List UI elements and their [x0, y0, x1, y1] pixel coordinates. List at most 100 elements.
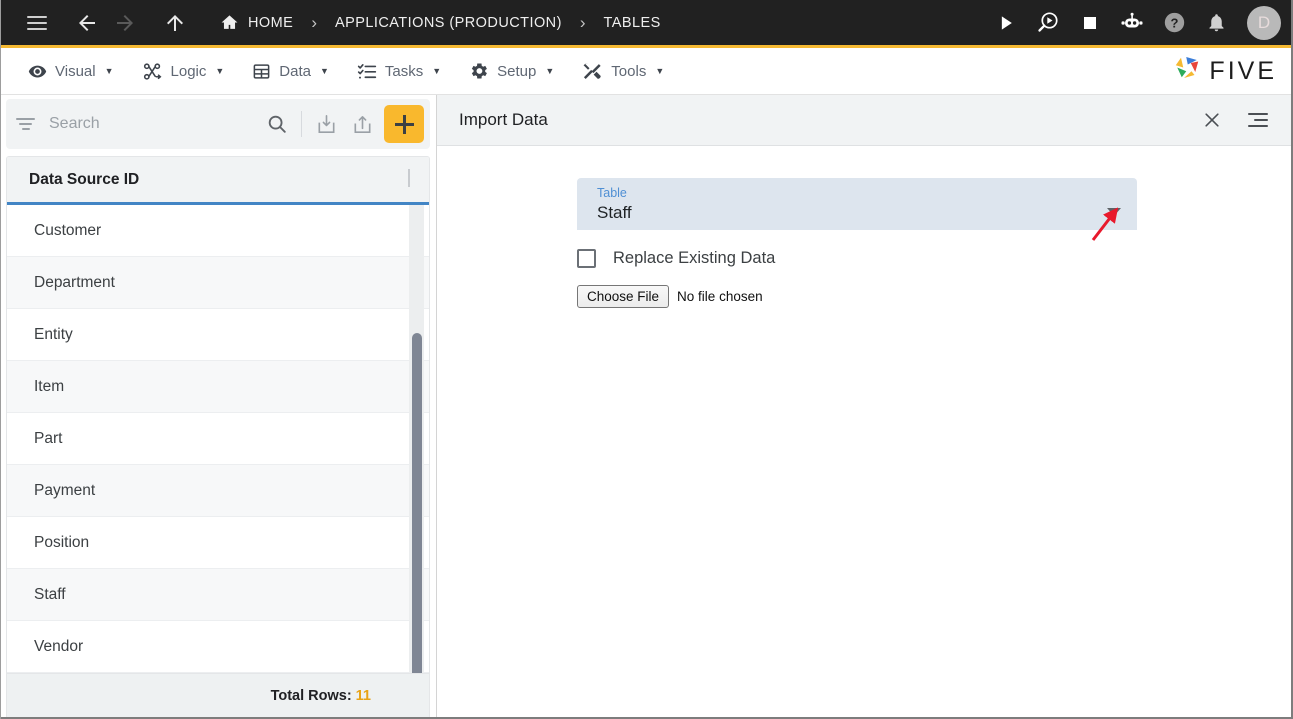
home-icon	[220, 13, 239, 32]
menu-setup[interactable]: Setup ▼	[455, 55, 568, 87]
chevron-down-icon: ▼	[545, 66, 555, 76]
breadcrumb-item-home[interactable]: HOME	[216, 13, 297, 32]
menu-visual[interactable]: Visual ▼	[14, 56, 128, 87]
debug-icon[interactable]	[1029, 4, 1067, 42]
grid-rows: Customer Department Entity Item Part Pay…	[7, 205, 429, 673]
help-icon[interactable]: ?	[1155, 4, 1193, 42]
table-select-field[interactable]: Table Staff	[577, 178, 1137, 230]
total-rows-bar: Total Rows: 11	[6, 673, 430, 719]
row-label: Item	[34, 377, 65, 395]
back-arrow-icon[interactable]	[68, 4, 106, 42]
grid-scrollbar-thumb[interactable]	[412, 333, 422, 673]
table-row[interactable]: Payment	[7, 465, 429, 517]
main-body: Data Source ID Customer Department Entit…	[0, 95, 1293, 719]
robot-icon[interactable]	[1113, 4, 1151, 42]
gear-icon	[469, 61, 489, 81]
bell-icon[interactable]	[1197, 4, 1235, 42]
menu-logic[interactable]: Logic ▼	[128, 55, 239, 88]
nodes-icon	[142, 61, 163, 82]
five-logo: FIVE	[1172, 54, 1277, 89]
table-row[interactable]: Customer	[7, 205, 429, 257]
menu-logic-label: Logic	[170, 62, 207, 80]
table-row[interactable]: Part	[7, 413, 429, 465]
forward-arrow-icon[interactable]	[106, 4, 144, 42]
row-label: Payment	[34, 481, 96, 499]
chevron-down-icon: ▼	[215, 66, 225, 76]
row-label: Staff	[34, 585, 66, 603]
total-rows-value: 11	[355, 688, 371, 704]
export-icon[interactable]	[344, 106, 380, 142]
breadcrumb-label-applications: APPLICATIONS (PRODUCTION)	[334, 14, 562, 31]
breadcrumb-item-tables[interactable]: TABLES	[600, 15, 665, 31]
avatar[interactable]: D	[1247, 5, 1281, 40]
breadcrumb: HOME › APPLICATIONS (PRODUCTION) › TABLE…	[200, 13, 987, 33]
row-label: Department	[34, 273, 115, 291]
file-input-row[interactable]: Choose File No file chosen	[577, 285, 1137, 308]
menu-setup-label: Setup	[497, 62, 537, 80]
column-resize-handle[interactable]	[408, 169, 410, 187]
file-status-label: No file chosen	[677, 289, 763, 304]
breadcrumb-label-home: HOME	[248, 14, 294, 31]
run-icon[interactable]	[987, 4, 1025, 42]
hamburger-menu-icon[interactable]	[18, 4, 56, 42]
table-row[interactable]: Staff	[7, 569, 429, 621]
table-row[interactable]: Vendor	[7, 621, 429, 673]
breadcrumb-label-tables: TABLES	[603, 14, 661, 31]
search-input[interactable]	[35, 115, 259, 133]
checklist-icon	[357, 61, 377, 81]
search-toolbar	[6, 99, 430, 149]
row-label: Part	[34, 429, 63, 447]
menu-tools-label: Tools	[611, 62, 647, 80]
eye-icon	[28, 62, 47, 81]
menu-data-label: Data	[279, 62, 311, 80]
stop-icon[interactable]	[1071, 4, 1109, 42]
top-actions: ? D	[987, 4, 1281, 42]
panel-header-actions	[1197, 105, 1273, 135]
up-arrow-icon[interactable]	[156, 4, 194, 42]
top-navigation-bar: HOME › APPLICATIONS (PRODUCTION) › TABLE…	[0, 0, 1293, 48]
row-label: Vendor	[34, 637, 84, 655]
total-rows-label: Total Rows:	[270, 688, 352, 704]
chevron-down-icon: ▼	[104, 66, 114, 76]
replace-existing-data-checkbox[interactable]	[577, 249, 596, 268]
breadcrumb-item-applications[interactable]: APPLICATIONS (PRODUCTION)	[331, 15, 566, 31]
table-icon	[252, 62, 271, 81]
grid-scrollbar[interactable]	[409, 205, 424, 673]
choose-file-button[interactable]: Choose File	[577, 285, 670, 308]
search-icon[interactable]	[259, 106, 295, 142]
row-label: Entity	[34, 325, 73, 343]
add-button[interactable]	[384, 105, 424, 143]
table-row[interactable]: Position	[7, 517, 429, 569]
import-icon[interactable]	[308, 106, 344, 142]
table-row[interactable]: Item	[7, 361, 429, 413]
table-select-label: Table	[597, 186, 627, 200]
window-frame-left	[0, 0, 1, 719]
brand-label: FIVE	[1209, 56, 1277, 85]
pinwheel-icon	[1172, 54, 1202, 89]
grid-column-header[interactable]: Data Source ID	[7, 157, 429, 205]
main-menu-bar: Visual ▼ Logic ▼ Data ▼ Tasks ▼ Setup ▼ …	[0, 48, 1293, 95]
table-row[interactable]: Department	[7, 257, 429, 309]
filter-icon[interactable]	[16, 118, 35, 130]
replace-existing-data-label: Replace Existing Data	[613, 249, 776, 267]
panel-header: Import Data	[437, 95, 1293, 146]
close-icon[interactable]	[1197, 105, 1227, 135]
right-panel: Import Data Table Staff Replace Existing…	[437, 95, 1293, 719]
tools-icon	[582, 61, 603, 82]
panel-menu-icon[interactable]	[1243, 105, 1273, 135]
chevron-down-icon: ▼	[655, 66, 665, 76]
toolbar-divider	[301, 111, 302, 137]
menu-data[interactable]: Data ▼	[238, 56, 343, 87]
menu-tasks-label: Tasks	[384, 62, 424, 80]
application-window: HOME › APPLICATIONS (PRODUCTION) › TABLE…	[0, 0, 1293, 719]
replace-existing-data-row[interactable]: Replace Existing Data	[577, 249, 1137, 268]
menu-tools[interactable]: Tools ▼	[568, 55, 678, 88]
menu-tasks[interactable]: Tasks ▼	[343, 55, 455, 87]
chevron-down-icon: ▼	[319, 66, 329, 76]
left-panel: Data Source ID Customer Department Entit…	[0, 95, 437, 719]
breadcrumb-separator-2: ›	[579, 12, 586, 32]
data-source-grid: Data Source ID Customer Department Entit…	[6, 156, 430, 673]
chevron-down-icon[interactable]	[1107, 208, 1121, 216]
table-row[interactable]: Entity	[7, 309, 429, 361]
menu-visual-label: Visual	[55, 62, 96, 80]
